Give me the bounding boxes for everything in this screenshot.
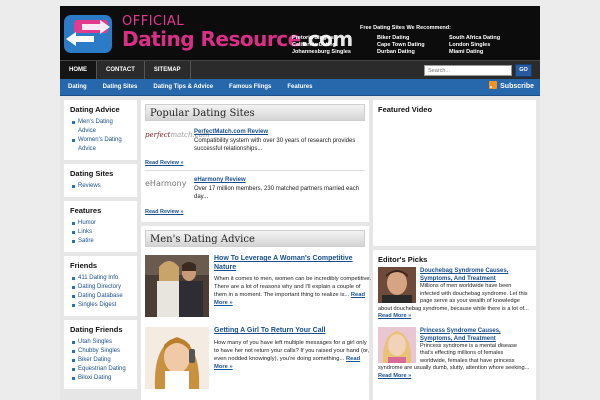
search-input[interactable]	[424, 65, 512, 76]
promo-title: Free Dating Sites We Recommend:	[360, 25, 451, 31]
site-review: perfectmatch.com PerfectMatch.com Review…	[145, 127, 365, 171]
couple-photo-thumbnail[interactable]	[145, 255, 209, 317]
sidebar-link[interactable]: Links	[72, 228, 132, 237]
sidebar-link[interactable]: Chubby Singles	[72, 347, 132, 356]
sidebar-link[interactable]: 411 Dating Info	[72, 274, 132, 283]
sidebar-link[interactable]: Dating Directory	[72, 283, 132, 292]
sidebar-link[interactable]: Equestrian Dating	[72, 365, 132, 374]
widget-dating-sites: Dating Sites Reviews	[64, 164, 137, 197]
nav-home[interactable]: HOME	[60, 61, 97, 79]
site-description: Compatibility system with over 30 years …	[194, 138, 356, 152]
excerpt-text: When it comes to men, women can be incre…	[214, 276, 372, 298]
subscribe-link[interactable]: Subscribe	[489, 79, 534, 95]
sidebar-link[interactable]: Biker Dating	[72, 356, 132, 365]
nav-sitemap[interactable]: SITEMAP	[145, 61, 191, 79]
logo-main-text: Dating Resource	[122, 27, 301, 51]
sidebar-link[interactable]: Reviews	[72, 182, 132, 191]
eharmony-logo[interactable]: eHarmony	[145, 179, 189, 188]
post-title-link[interactable]: How To Leverage A Woman's Competitive Na…	[214, 255, 372, 272]
widget-title: Features	[70, 206, 102, 215]
subscribe-label: Subscribe	[500, 83, 534, 90]
article-post: How To Leverage A Woman's Competitive Na…	[145, 253, 371, 319]
post-excerpt: When it comes to men, women can be incre…	[214, 275, 372, 307]
site-header: OFFICIAL Dating Resource.com Free Dating…	[60, 6, 540, 60]
category-navigation: Dating Dating Sites Dating Tips & Advice…	[60, 79, 540, 96]
promo-link[interactable]: Pretoria Singles	[292, 35, 377, 41]
promo-link[interactable]: Biker Dating	[377, 35, 449, 41]
popular-sites-box: Popular Dating Sites perfectmatch.com Pe…	[141, 100, 369, 222]
woman-photo-thumbnail[interactable]	[378, 326, 416, 363]
article-post: Getting A Girl To Return Your Call How m…	[145, 325, 369, 391]
editors-picks-box: Editor's Picks Douchebag Syndrome Causes…	[373, 250, 536, 400]
promo-link[interactable]: California Dating	[292, 42, 377, 48]
woman-phone-photo-thumbnail[interactable]	[145, 327, 209, 389]
read-more-link[interactable]: Read More »	[378, 373, 411, 379]
left-sidebar: Dating Advice Men's Dating Advice Women'…	[64, 100, 137, 393]
promo-link[interactable]: Johannesburg Singles	[292, 49, 377, 55]
site-review-link[interactable]: eHarmony Review	[194, 177, 246, 183]
promo-link[interactable]: Durban Dating	[377, 49, 449, 55]
site-review-link[interactable]: PerfectMatch.com Review	[194, 129, 268, 135]
widget-dating-friends: Dating Friends Utah Singles Chubby Singl…	[64, 320, 137, 389]
cat-famous-flings[interactable]: Famous Flings	[221, 79, 279, 95]
rss-icon	[489, 81, 498, 89]
promo-links: Pretoria Singles Biker Dating South Afri…	[292, 35, 532, 55]
post-excerpt: How many of you have left multiple messa…	[214, 339, 372, 371]
editors-picks-title: Editor's Picks	[378, 255, 428, 264]
sidebar-link[interactable]: Satire	[72, 237, 132, 246]
cat-dating-tips[interactable]: Dating Tips & Advice	[145, 79, 221, 95]
widget-friends: Friends 411 Dating Info Dating Directory…	[64, 256, 137, 316]
mens-advice-title: Men's Dating Advice	[145, 230, 365, 247]
promo-link[interactable]: Miami Dating	[449, 49, 532, 55]
sidebar-link[interactable]: Utah Singles	[72, 338, 132, 347]
cat-dating-sites[interactable]: Dating Sites	[95, 79, 146, 95]
mens-advice-box: Men's Dating Advice How To Leverage A Wo…	[141, 226, 371, 400]
arrows-logo-icon[interactable]	[64, 15, 112, 53]
perfectmatch-logo[interactable]: perfectmatch.com	[145, 131, 210, 139]
man-photo-thumbnail[interactable]	[378, 267, 416, 303]
widget-title: Dating Friends	[70, 325, 123, 334]
popular-sites-title: Popular Dating Sites	[145, 104, 365, 121]
search-button[interactable]: GO	[515, 64, 532, 77]
top-navigation: HOME CONTACT SITEMAP GO	[60, 60, 540, 79]
content-area: Dating Advice Men's Dating Advice Women'…	[60, 96, 540, 400]
promo-link[interactable]: South Africa Dating	[449, 35, 532, 41]
main-column: Popular Dating Sites perfectmatch.com Pe…	[141, 100, 371, 400]
promo-link[interactable]: London Singles	[449, 42, 532, 48]
sidebar-link[interactable]: Women's Dating Advice	[72, 136, 132, 154]
featured-video-title: Featured Video	[378, 105, 433, 114]
site-description: Over 17 million members, 230 matched par…	[194, 186, 360, 200]
sidebar-link[interactable]: Singles Digest	[72, 301, 132, 310]
sidebar-link[interactable]: Humor	[72, 219, 132, 228]
widget-title: Dating Sites	[70, 169, 114, 178]
featured-video-box: Featured Video	[373, 100, 536, 246]
sidebar-link[interactable]: Dating Database	[72, 292, 132, 301]
pick-item: Douchebag Syndrome Causes, Symptoms, And…	[378, 267, 531, 321]
sidebar-link[interactable]: Men's Dating Advice	[72, 118, 132, 136]
nav-contact[interactable]: CONTACT	[97, 61, 145, 79]
site-review: eHarmony eHarmony Review Over 17 million…	[145, 175, 365, 219]
widget-title: Dating Advice	[70, 105, 120, 114]
promo-link[interactable]: Cape Town Dating	[377, 42, 449, 48]
sidebar-link[interactable]: Biloxi Dating	[72, 374, 132, 383]
read-more-link[interactable]: Read More »	[378, 313, 411, 319]
read-review-link[interactable]: Read Review »	[145, 209, 184, 215]
page: OFFICIAL Dating Resource.com Free Dating…	[60, 6, 540, 400]
cat-features[interactable]: Features	[279, 79, 320, 95]
widget-title: Friends	[70, 261, 98, 270]
read-review-link[interactable]: Read Review »	[145, 160, 184, 166]
cat-dating[interactable]: Dating	[60, 79, 95, 95]
post-title-link[interactable]: Getting A Girl To Return Your Call	[214, 327, 372, 336]
pick-item: Princess Syndrome Causes, Symptoms, And …	[378, 326, 531, 381]
widget-dating-advice: Dating Advice Men's Dating Advice Women'…	[64, 100, 137, 160]
widget-features: Features Humor Links Satire	[64, 201, 137, 252]
right-sidebar: Featured Video Editor's Picks Douchebag …	[373, 100, 536, 400]
